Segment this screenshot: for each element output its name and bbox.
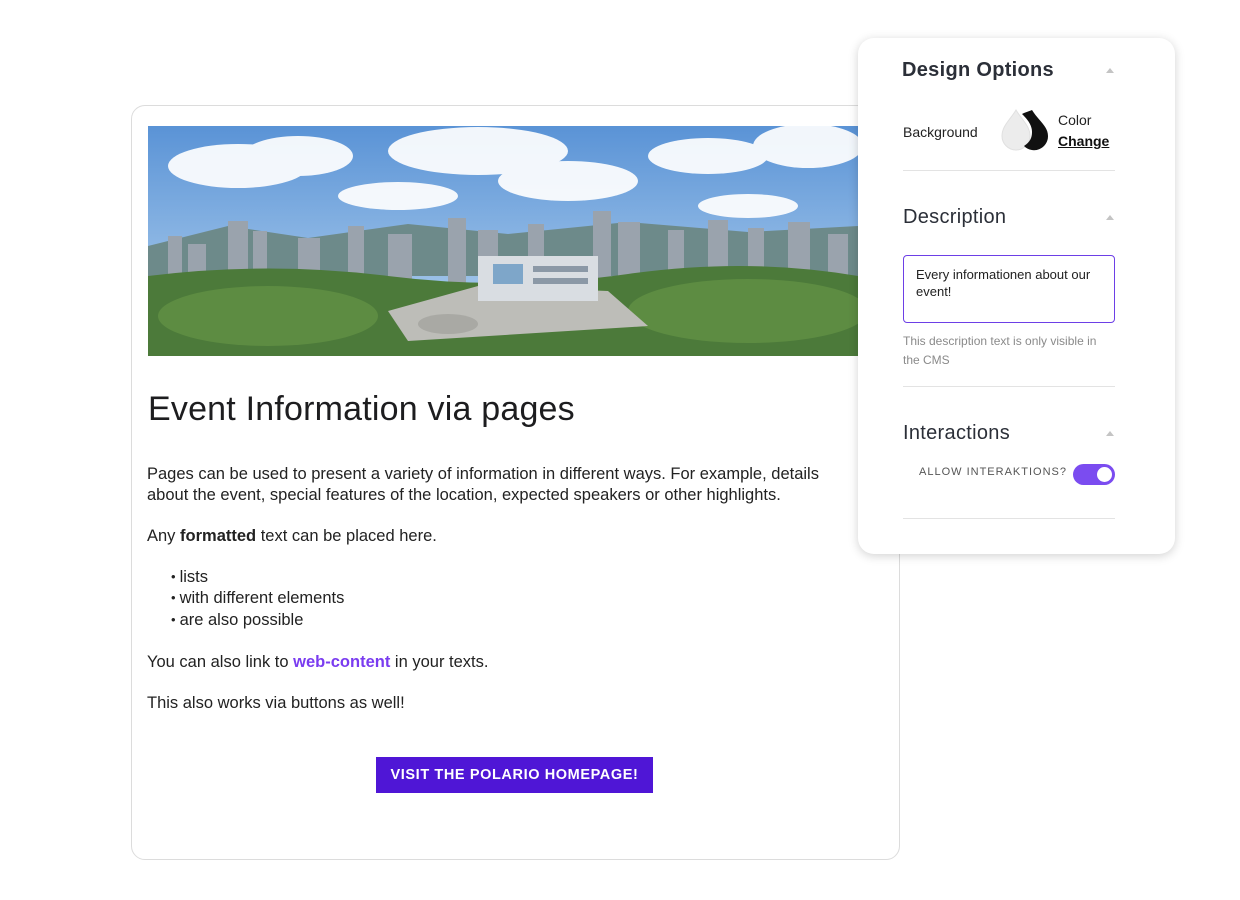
formatted-prefix: Any xyxy=(147,526,181,545)
list-item: with different elements xyxy=(171,588,867,610)
formatted-paragraph: Any formatted text can be placed here. xyxy=(147,526,867,547)
intro-line-1: Pages can be used to present a variety o… xyxy=(147,465,819,483)
intro-line-2: about the event, special features of the… xyxy=(147,485,781,504)
divider xyxy=(903,386,1115,387)
list-item: lists xyxy=(171,567,867,589)
page-preview-card: Event Information via pages Pages can be… xyxy=(131,105,900,860)
buttons-paragraph: This also works via buttons as well! xyxy=(147,693,405,712)
list-item: are also possible xyxy=(171,610,867,632)
settings-panel: Design Options Background Color Change D… xyxy=(858,38,1175,554)
design-options-title: Design Options xyxy=(902,59,1054,81)
interactions-title: Interactions xyxy=(903,422,1010,444)
background-label: Background xyxy=(903,124,978,140)
description-hint: This description text is only visible in… xyxy=(903,334,1097,367)
link-paragraph: You can also link to web-content in your… xyxy=(147,652,867,673)
change-color-link[interactable]: Change xyxy=(1058,133,1109,149)
caret-up-icon[interactable] xyxy=(1106,68,1114,73)
page-title: Event Information via pages xyxy=(148,390,575,428)
example-list: lists with different elements are also p… xyxy=(147,567,867,632)
description-input[interactable]: Every informationen about our event! xyxy=(903,255,1115,323)
allow-interactions-label: ALLOW INTERAKTIONS? xyxy=(919,466,1067,478)
event-banner-image xyxy=(148,126,858,356)
color-label: Color xyxy=(1058,112,1092,128)
divider xyxy=(903,170,1115,171)
intro-paragraph: Pages can be used to present a variety o… xyxy=(147,464,867,505)
caret-up-icon[interactable] xyxy=(1106,431,1114,436)
web-content-link[interactable]: web-content xyxy=(293,653,390,671)
page-body: Pages can be used to present a variety o… xyxy=(147,464,867,713)
link-suffix: in your texts. xyxy=(390,652,489,671)
color-drop-icons[interactable] xyxy=(996,108,1052,159)
description-title: Description xyxy=(903,206,1007,228)
allow-interactions-toggle[interactable] xyxy=(1073,464,1115,485)
caret-up-icon[interactable] xyxy=(1106,215,1114,220)
link-prefix: You can also link to xyxy=(147,652,294,671)
formatted-suffix: text can be placed here. xyxy=(256,526,437,545)
formatted-bold-text: formatted xyxy=(180,526,257,545)
divider xyxy=(903,518,1115,519)
toggle-knob xyxy=(1097,467,1112,482)
visit-homepage-button[interactable]: VISIT THE POLARIO HOMEPAGE! xyxy=(376,757,653,793)
